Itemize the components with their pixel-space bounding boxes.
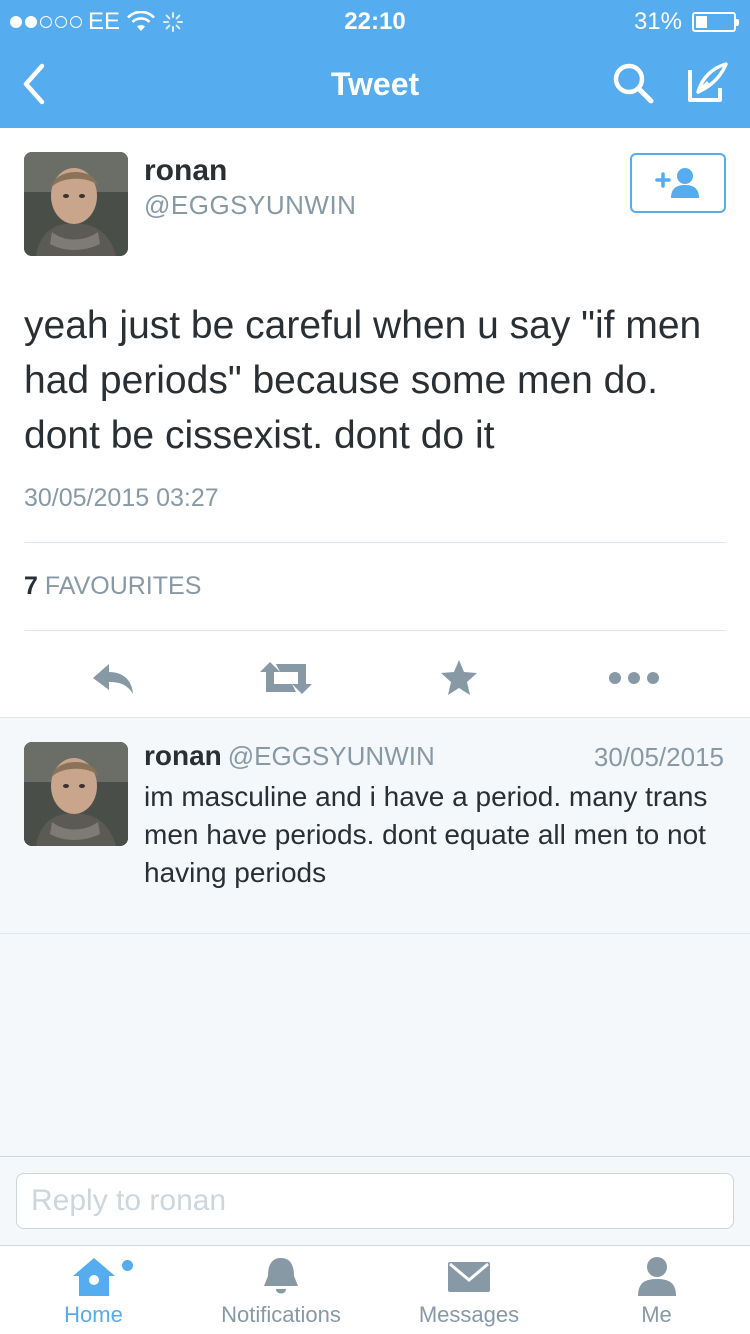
tab-notifications[interactable]: Notifications bbox=[187, 1246, 375, 1334]
reply-text: im masculine and i have a period. many t… bbox=[144, 781, 708, 888]
favourite-button[interactable] bbox=[429, 658, 489, 698]
tab-label: Messages bbox=[418, 1302, 520, 1327]
new-items-dot bbox=[122, 1260, 133, 1271]
favourites-number: 7 bbox=[24, 572, 38, 600]
favourites-label: FAVOURITES bbox=[44, 572, 202, 600]
top-bar: EE 22:10 31% Tweet bbox=[0, 0, 750, 128]
reply-author-name[interactable]: ronan bbox=[144, 740, 222, 771]
tab-home[interactable]: Home bbox=[0, 1246, 187, 1334]
navigation-bar: Tweet bbox=[0, 40, 750, 128]
reply-author: ronan @EGGSYUNWIN bbox=[144, 740, 435, 772]
reply-input[interactable] bbox=[16, 1173, 734, 1229]
follow-button[interactable] bbox=[630, 153, 726, 213]
tweet-text: yeah just be careful when u say "if men … bbox=[24, 304, 702, 457]
envelope-icon bbox=[448, 1262, 490, 1292]
battery-icon bbox=[692, 12, 739, 32]
more-button[interactable] bbox=[604, 658, 664, 698]
tweet-actions bbox=[0, 658, 750, 698]
tweet-timestamp: 30/05/2015 03:27 bbox=[24, 484, 219, 512]
battery-info: 31% bbox=[633, 8, 739, 36]
person-icon bbox=[637, 1257, 676, 1296]
more-icon bbox=[609, 672, 659, 684]
search-icon[interactable] bbox=[610, 60, 656, 106]
reply-bar bbox=[0, 1156, 750, 1246]
battery-percent: 31% bbox=[633, 8, 682, 35]
home-icon bbox=[72, 1258, 115, 1296]
reply-icon bbox=[93, 664, 133, 694]
tab-label: Notifications bbox=[221, 1302, 341, 1327]
tab-label: Me bbox=[641, 1302, 672, 1327]
author-name[interactable]: ronan bbox=[144, 154, 227, 188]
divider bbox=[24, 630, 726, 631]
avatar[interactable] bbox=[24, 742, 128, 846]
star-icon bbox=[441, 660, 477, 695]
retweet-button[interactable] bbox=[256, 658, 316, 698]
avatar[interactable] bbox=[24, 152, 128, 256]
favourites-count[interactable]: 7 FAVOURITES bbox=[24, 572, 201, 601]
add-user-icon bbox=[655, 168, 699, 198]
divider bbox=[24, 542, 726, 543]
tweet-detail: ronan @EGGSYUNWIN yeah just be careful w… bbox=[0, 128, 750, 718]
tab-bar: Home Notifications Messages Me bbox=[0, 1246, 750, 1334]
tab-label: Home bbox=[64, 1302, 123, 1327]
author-handle[interactable]: @EGGSYUNWIN bbox=[144, 190, 356, 221]
bell-icon bbox=[264, 1258, 298, 1294]
tab-me[interactable]: Me bbox=[563, 1246, 750, 1334]
reply-button[interactable] bbox=[83, 658, 143, 698]
retweet-icon bbox=[260, 662, 312, 694]
reply-author-handle[interactable]: @EGGSYUNWIN bbox=[228, 741, 435, 771]
reply-date: 30/05/2015 bbox=[593, 742, 724, 772]
status-bar: EE 22:10 31% bbox=[0, 0, 750, 40]
compose-icon[interactable] bbox=[684, 60, 730, 106]
tab-messages[interactable]: Messages bbox=[375, 1246, 563, 1334]
reply-tweet[interactable]: ronan @EGGSYUNWIN 30/05/2015 im masculine… bbox=[0, 718, 750, 934]
